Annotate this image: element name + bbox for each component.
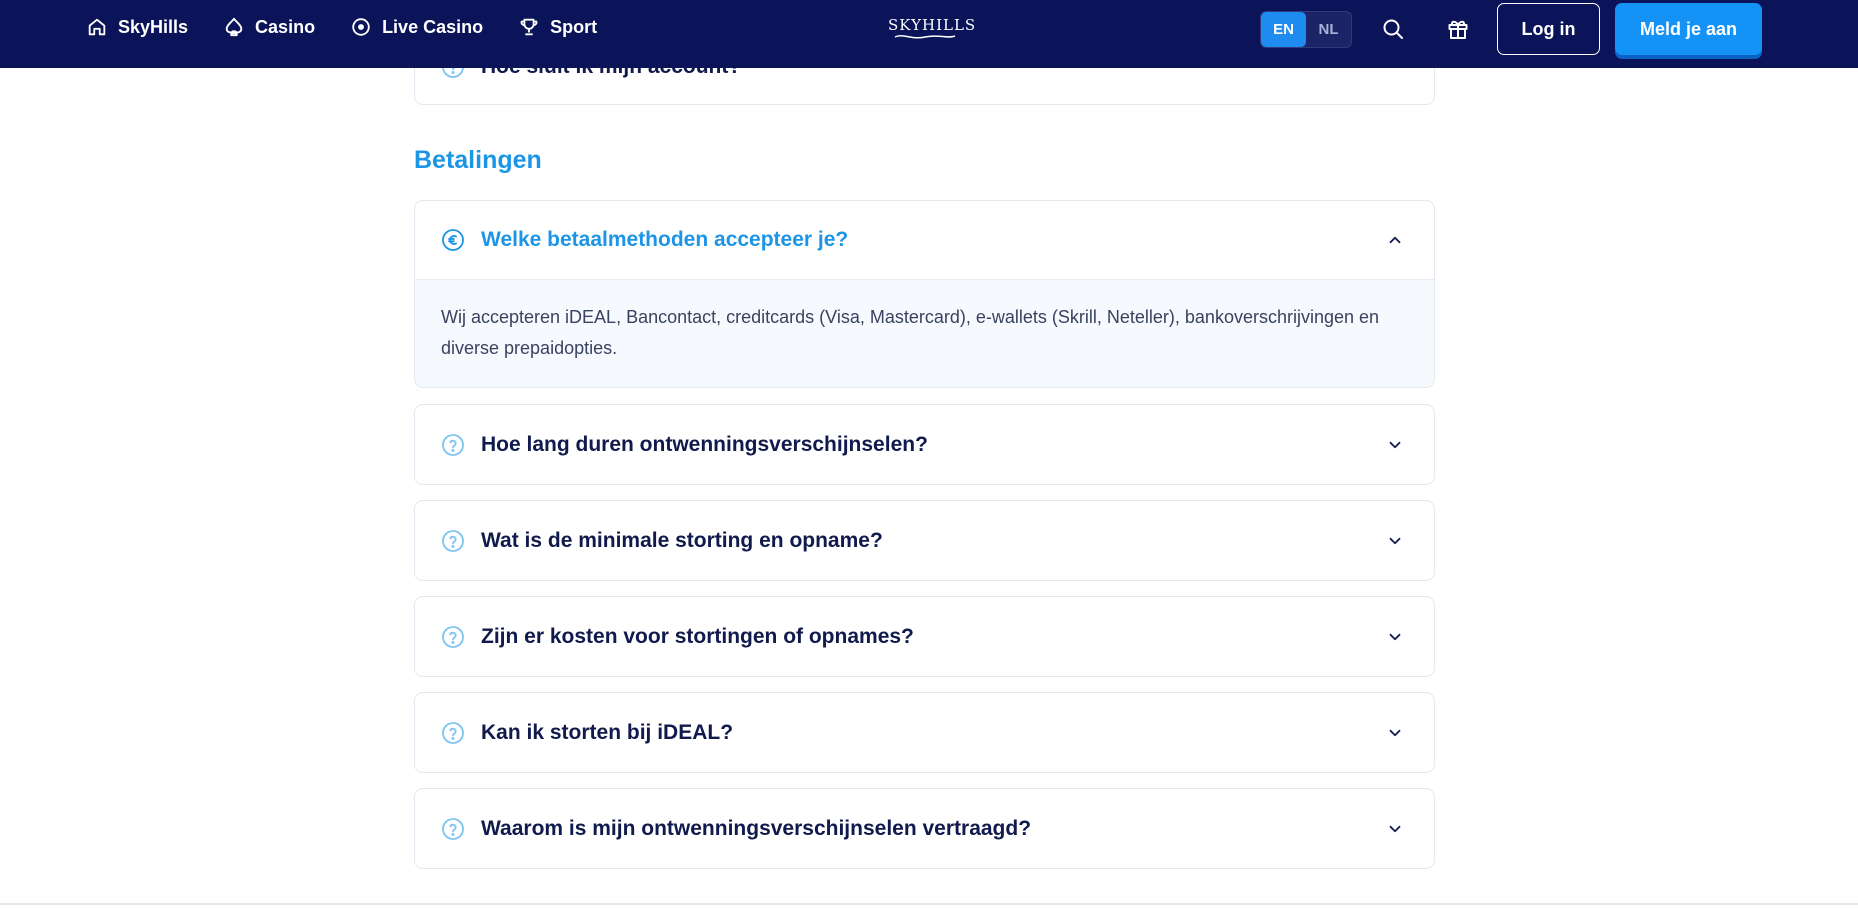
top-navigation-bar: SkyHills Casino Live Casino Sport SKYHIL… [0, 0, 1858, 68]
faq-question-text: Welke betaalmethoden accepteer je? [481, 228, 849, 251]
section-title: Betalingen [414, 146, 542, 174]
faq-question[interactable]: Welke betaalmethoden accepteer je? [415, 201, 1434, 280]
nav-item-sport[interactable]: Sport [518, 16, 597, 38]
lang-nl-button[interactable]: NL [1306, 12, 1351, 47]
faq-question-text: Kan ik storten bij iDEAL? [481, 720, 734, 744]
faq-item[interactable]: Hoe lang duren ontwenningsverschijnselen… [414, 404, 1435, 485]
lang-en-button[interactable]: EN [1261, 12, 1306, 47]
chevron-up-icon [1389, 236, 1401, 244]
logo-text: SKYHILLS [888, 16, 977, 34]
signup-button[interactable]: Meld je aan [1615, 3, 1762, 55]
nav-item-casino[interactable]: Casino [223, 16, 315, 38]
faq-question[interactable]: Hoe lang duren ontwenningsverschijnselen… [415, 405, 1434, 484]
chevron-down-icon [1389, 537, 1401, 544]
euro-circle-icon [442, 229, 464, 251]
faq-question[interactable]: Wat is de minimale storting en opname? [415, 501, 1434, 580]
nav-item-label: Sport [550, 16, 598, 37]
faq-answer: Wij accepteren iDEAL, Bancontact, credit… [415, 280, 1434, 387]
nav-item-skyhills[interactable]: SkyHills [86, 16, 188, 38]
chevron-down-icon [1389, 633, 1401, 640]
question-circle-icon [442, 817, 464, 840]
chevron-down-icon [1389, 729, 1401, 736]
faq-question-text: Waarom is mijn ontwenningsverschijnselen… [481, 816, 1032, 840]
faq-item[interactable]: Welke betaalmethoden accepteer je? Wij a… [414, 200, 1435, 388]
faq-question-text: Zijn er kosten voor stortingen of opname… [481, 624, 914, 648]
search-icon [1383, 19, 1403, 39]
nav-item-label: SkyHills [118, 16, 189, 37]
gift-button[interactable] [1443, 14, 1473, 44]
faq-question-text: Wat is de minimale storting en opname? [481, 528, 883, 552]
trophy-icon [520, 18, 538, 36]
question-circle-icon [442, 721, 464, 744]
search-button[interactable] [1378, 14, 1408, 44]
spade-icon [225, 17, 243, 37]
language-switcher: EN NL [1260, 11, 1352, 48]
nav-item-live-casino[interactable]: Live Casino [350, 16, 483, 38]
question-circle-icon [442, 433, 464, 456]
faq-item[interactable]: Waarom is mijn ontwenningsverschijnselen… [414, 788, 1435, 869]
faq-question[interactable]: Kan ik storten bij iDEAL? [415, 693, 1434, 772]
gift-icon [1448, 20, 1468, 39]
skyhills-logo[interactable]: SKYHILLS [888, 16, 977, 44]
main-nav: SkyHills Casino Live Casino Sport [86, 0, 597, 54]
divider [0, 903, 1858, 905]
chip-icon [352, 18, 370, 36]
faq-item[interactable]: Zijn er kosten voor stortingen of opname… [414, 596, 1435, 677]
question-circle-icon [442, 625, 464, 648]
nav-item-label: Casino [255, 16, 316, 37]
faq-question[interactable]: Waarom is mijn ontwenningsverschijnselen… [415, 789, 1434, 868]
chevron-down-icon [1389, 825, 1401, 832]
faq-item[interactable]: Wat is de minimale storting en opname? [414, 500, 1435, 581]
login-button[interactable]: Log in [1497, 3, 1600, 55]
faq-item[interactable]: Kan ik storten bij iDEAL? [414, 692, 1435, 773]
faq-question-text: Hoe lang duren ontwenningsverschijnselen… [481, 432, 928, 456]
faq-question[interactable]: Zijn er kosten voor stortingen of opname… [415, 597, 1434, 676]
home-icon [88, 18, 106, 36]
nav-item-label: Live Casino [382, 16, 484, 37]
question-circle-icon [442, 529, 464, 552]
chevron-down-icon [1389, 441, 1401, 448]
